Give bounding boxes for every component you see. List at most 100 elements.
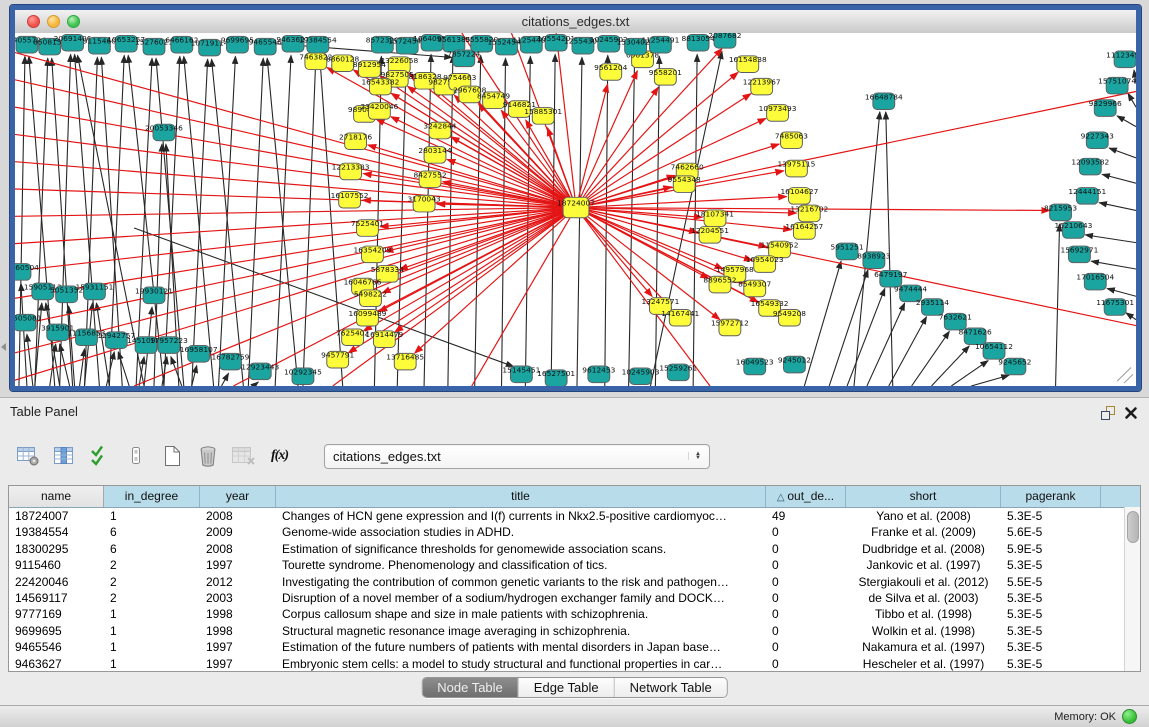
window-titlebar[interactable]: citations_edges.txt bbox=[15, 10, 1136, 34]
table-row[interactable]: 911546021997Tourette syndrome. Phenomeno… bbox=[9, 557, 1140, 573]
table-cell[interactable]: Nakamura et al. (1997) bbox=[846, 639, 1001, 655]
table-cell[interactable]: 5.3E-5 bbox=[1001, 508, 1101, 524]
table-cell[interactable]: Jankovic et al. (1997) bbox=[846, 557, 1001, 573]
graph-edge[interactable] bbox=[15, 134, 576, 207]
graph-edge[interactable] bbox=[21, 284, 27, 386]
table-cell[interactable]: 18300295 bbox=[9, 541, 104, 557]
table-cell[interactable]: Yano et al. (2008) bbox=[846, 508, 1001, 524]
table-settings-button[interactable] bbox=[14, 443, 41, 470]
column-header-pagerank[interactable]: pagerank bbox=[1001, 486, 1101, 507]
column-header-name[interactable]: name bbox=[9, 486, 104, 507]
table-cell[interactable]: Stergiakouli et al. (2012) bbox=[846, 574, 1001, 590]
table-row[interactable]: 977716911998Corpus callosum shape and si… bbox=[9, 606, 1140, 622]
table-row[interactable]: 946362711997Embryonic stem cells: a mode… bbox=[9, 656, 1140, 672]
tab-network-table[interactable]: Network Table bbox=[615, 678, 727, 697]
graph-edge[interactable] bbox=[27, 334, 33, 386]
table-cell[interactable]: Structural magnetic resonance image aver… bbox=[276, 623, 766, 639]
graph-edge[interactable] bbox=[951, 361, 988, 386]
delete-column-button[interactable] bbox=[194, 443, 221, 470]
graph-edge[interactable] bbox=[576, 87, 658, 207]
graph-edge[interactable] bbox=[576, 208, 792, 230]
close-panel-button[interactable] bbox=[1122, 405, 1140, 421]
table-cell[interactable]: 2008 bbox=[200, 541, 276, 557]
graph-edge[interactable] bbox=[576, 94, 751, 208]
graph-edge[interactable] bbox=[1126, 313, 1136, 320]
float-panel-button[interactable] bbox=[1099, 405, 1117, 421]
table-cell[interactable]: 1997 bbox=[200, 639, 276, 655]
graph-edge[interactable] bbox=[1056, 224, 1060, 386]
graph-edge[interactable] bbox=[1099, 203, 1136, 211]
graph-edge[interactable] bbox=[303, 56, 316, 386]
table-cell[interactable]: 9699695 bbox=[9, 623, 104, 639]
table-cell[interactable]: Tourette syndrome. Phenomenology and cla… bbox=[276, 557, 766, 573]
table-cell[interactable]: 0 bbox=[766, 590, 846, 606]
graph-edge[interactable] bbox=[118, 352, 129, 386]
close-button[interactable] bbox=[27, 15, 40, 28]
table-cell[interactable]: de Silva et al. (2003) bbox=[846, 590, 1001, 606]
graph-edge[interactable] bbox=[655, 56, 659, 386]
graph-edge[interactable] bbox=[253, 382, 258, 386]
scrollbar-thumb[interactable] bbox=[1127, 511, 1139, 543]
graph-edge[interactable] bbox=[15, 208, 576, 217]
table-cell[interactable]: 1 bbox=[104, 606, 200, 622]
table-cell[interactable]: 0 bbox=[766, 541, 846, 557]
graph-edge[interactable] bbox=[171, 357, 182, 386]
table-cell[interactable]: 14569117 bbox=[9, 590, 104, 606]
graph-edge[interactable] bbox=[912, 331, 950, 386]
graph-edge[interactable] bbox=[629, 58, 635, 386]
table-cell[interactable]: Dudbridge et al. (2008) bbox=[846, 541, 1001, 557]
table-cell[interactable]: Corpus callosum shape and size in male p… bbox=[276, 606, 766, 622]
graph-edge[interactable] bbox=[1085, 235, 1136, 243]
table-cell[interactable]: 0 bbox=[766, 606, 846, 622]
graph-edge[interactable] bbox=[576, 72, 738, 207]
table-cell[interactable]: Embryonic stem cells: a model to study s… bbox=[276, 656, 766, 672]
delete-table-button[interactable] bbox=[230, 443, 257, 470]
table-cell[interactable]: 5.3E-5 bbox=[1001, 639, 1101, 655]
table-row[interactable]: 969969511998Structural magnetic resonanc… bbox=[9, 623, 1140, 639]
show-column-button[interactable] bbox=[50, 443, 77, 470]
table-cell[interactable]: 5.5E-5 bbox=[1001, 574, 1101, 590]
table-cell[interactable]: 0 bbox=[766, 623, 846, 639]
select-all-rows-button[interactable] bbox=[86, 443, 113, 470]
graph-edge[interactable] bbox=[931, 346, 969, 386]
table-row[interactable]: 1456911722003Disruption of a novel membe… bbox=[9, 590, 1140, 606]
graph-edge[interactable] bbox=[50, 344, 56, 386]
graph-edge[interactable] bbox=[275, 55, 291, 386]
table-row[interactable]: 1872400712008Changes of HCN gene express… bbox=[9, 508, 1140, 524]
column-header-title[interactable]: title bbox=[276, 486, 766, 507]
table-cell[interactable]: 5.6E-5 bbox=[1001, 524, 1101, 540]
graph-edge[interactable] bbox=[15, 107, 576, 207]
new-column-button[interactable] bbox=[158, 443, 185, 470]
table-cell[interactable]: 5.3E-5 bbox=[1001, 557, 1101, 573]
table-cell[interactable]: 9115460 bbox=[9, 557, 104, 573]
column-header-short[interactable]: short bbox=[846, 486, 1001, 507]
graph-edge[interactable] bbox=[889, 317, 927, 386]
table-cell[interactable]: Estimation of significance thresholds fo… bbox=[276, 541, 766, 557]
table-cell[interactable]: 1 bbox=[104, 623, 200, 639]
tab-edge-table[interactable]: Edge Table bbox=[519, 678, 615, 697]
resize-grip[interactable] bbox=[1117, 367, 1133, 383]
column-header-year[interactable]: year bbox=[200, 486, 276, 507]
graph-edge[interactable] bbox=[1102, 174, 1136, 183]
table-row[interactable]: 946554611997Estimation of the future num… bbox=[9, 639, 1140, 655]
table-cell[interactable]: 1 bbox=[104, 639, 200, 655]
graph-edge[interactable] bbox=[80, 349, 85, 386]
table-cell[interactable]: 2008 bbox=[200, 508, 276, 524]
table-cell[interactable]: 18724007 bbox=[9, 508, 104, 524]
graph-edge[interactable] bbox=[1117, 116, 1136, 127]
table-cell[interactable]: 5.3E-5 bbox=[1001, 623, 1101, 639]
table-cell[interactable]: 6 bbox=[104, 541, 200, 557]
table-cell[interactable]: Disruption of a novel member of a sodium… bbox=[276, 590, 766, 606]
table-cell[interactable]: 0 bbox=[766, 656, 846, 672]
table-cell[interactable]: Genome-wide association studies in ADHD. bbox=[276, 524, 766, 540]
table-cell[interactable]: Franke et al. (2009) bbox=[846, 524, 1001, 540]
graph-edge[interactable] bbox=[867, 303, 905, 386]
table-cell[interactable]: 9465546 bbox=[9, 639, 104, 655]
table-cell[interactable]: 2012 bbox=[200, 574, 276, 590]
zoom-button[interactable] bbox=[67, 15, 80, 28]
table-cell[interactable]: 9463627 bbox=[9, 656, 104, 672]
table-cell[interactable]: 1 bbox=[104, 508, 200, 524]
network-canvas[interactable]: 7463822886012889129542322605898275051654… bbox=[15, 33, 1136, 386]
table-cell[interactable]: 1998 bbox=[200, 606, 276, 622]
graph-edge[interactable] bbox=[847, 288, 885, 386]
